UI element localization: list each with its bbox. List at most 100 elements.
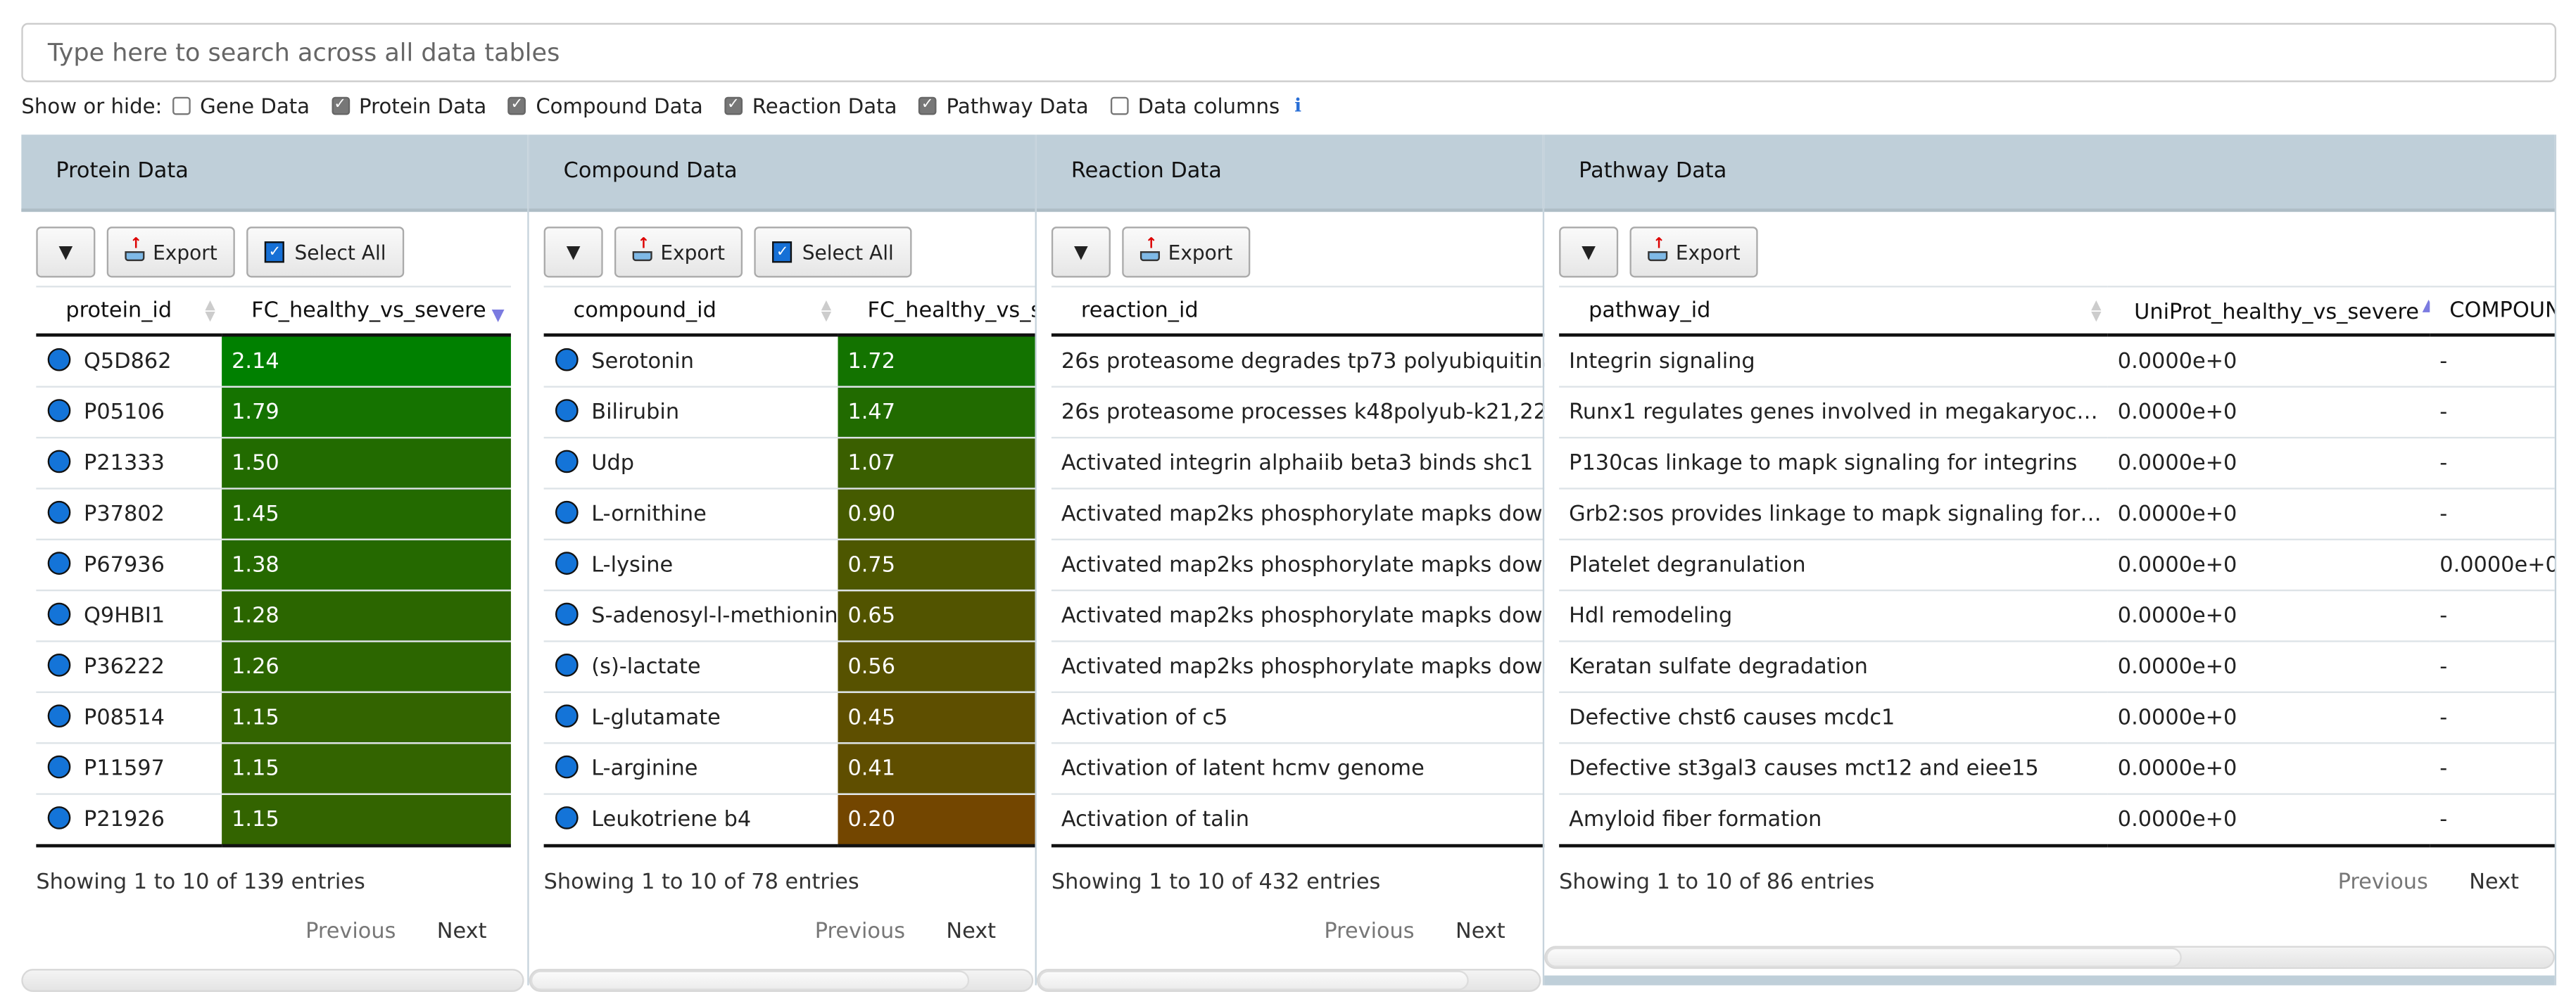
previous-page-button[interactable]: Previous (1324, 920, 1414, 944)
toggle-gene-data[interactable]: Gene Data (172, 93, 310, 117)
toggle-protein-data[interactable]: ✓ Protein Data (331, 93, 486, 117)
select-dot-icon[interactable] (47, 348, 71, 371)
table-row[interactable]: P37802 1.45 (36, 488, 511, 540)
horizontal-scrollbar[interactable] (529, 969, 1034, 992)
export-button[interactable]: Export (1629, 227, 1759, 278)
select-dot-icon[interactable] (555, 602, 579, 626)
scrollbar-thumb[interactable] (1038, 970, 1469, 991)
global-search-box[interactable] (21, 23, 2557, 82)
export-button[interactable]: Export (1122, 227, 1251, 278)
export-button[interactable]: Export (106, 227, 236, 278)
select-all-button[interactable]: ✓ Select All (246, 227, 405, 278)
previous-page-button[interactable]: Previous (2338, 870, 2428, 895)
column-menu-button[interactable]: ▼ (36, 227, 96, 278)
select-dot-icon[interactable] (47, 500, 71, 524)
scrollbar-thumb[interactable] (530, 970, 970, 991)
table-row[interactable]: (s)-lactate 0.56 (543, 641, 1035, 694)
table-row[interactable]: Serotonin 1.72 (543, 335, 1035, 388)
table-row[interactable]: Q9HBI1 1.28 (36, 590, 511, 642)
column-header-fc[interactable]: FC_healthy_vs_severe ▼ (222, 286, 511, 337)
table-row[interactable]: L-glutamate 0.45 (543, 692, 1035, 744)
table-row[interactable]: 26s proteasome degrades tp73 polyubiquit… (1051, 335, 1545, 388)
column-header-compound[interactable]: COMPOUN (2430, 286, 2555, 337)
table-row[interactable]: Activated map2ks phosphorylate mapks dow… (1051, 539, 1545, 592)
table-row[interactable]: Hdl remodeling 0.0000e+0- (1559, 590, 2555, 642)
toggle-compound-data[interactable]: ✓ Compound Data (507, 93, 703, 117)
table-row[interactable]: Activation of c5 (1051, 692, 1545, 744)
table-row[interactable]: P21333 1.50 (36, 438, 511, 490)
select-dot-icon[interactable] (555, 755, 579, 779)
checkbox-reaction-data[interactable]: ✓ (724, 96, 743, 115)
column-header-fc[interactable]: FC_healthy_vs_severe (838, 286, 1035, 337)
toggle-data-columns[interactable]: Data columns (1109, 93, 1280, 117)
select-dot-icon[interactable] (555, 348, 579, 371)
table-row[interactable]: P67936 1.38 (36, 539, 511, 592)
column-menu-button[interactable]: ▼ (543, 227, 603, 278)
horizontal-scrollbar[interactable] (1036, 969, 1541, 992)
checkbox-pathway-data[interactable]: ✓ (918, 96, 937, 115)
column-menu-button[interactable]: ▼ (1559, 227, 1619, 278)
next-page-button[interactable]: Next (1456, 920, 1505, 944)
select-dot-icon[interactable] (47, 755, 71, 779)
table-row[interactable]: Udp 1.07 (543, 438, 1035, 490)
table-row[interactable]: L-arginine 0.41 (543, 743, 1035, 795)
checkbox-gene-data[interactable] (172, 96, 191, 115)
table-row[interactable]: P21926 1.15 (36, 794, 511, 848)
table-row[interactable]: Leukotriene b4 0.20 (543, 794, 1035, 848)
select-dot-icon[interactable] (555, 552, 579, 575)
select-dot-icon[interactable] (47, 602, 71, 626)
select-dot-icon[interactable] (555, 500, 579, 524)
select-dot-icon[interactable] (47, 552, 71, 575)
select-dot-icon[interactable] (47, 806, 71, 829)
table-row[interactable]: Activated integrin alphaiib beta3 binds … (1051, 438, 1545, 490)
select-dot-icon[interactable] (555, 704, 579, 728)
previous-page-button[interactable]: Previous (305, 920, 396, 944)
select-dot-icon[interactable] (555, 450, 579, 473)
table-row[interactable]: Activated map2ks phosphorylate mapks dow… (1051, 488, 1545, 540)
next-page-button[interactable]: Next (2469, 870, 2519, 895)
table-row[interactable]: 26s proteasome processes k48polyub-k21,2… (1051, 386, 1545, 439)
table-row[interactable]: Defective st3gal3 causes mct12 and eiee1… (1559, 743, 2555, 795)
toggle-pathway-data[interactable]: ✓ Pathway Data (918, 93, 1089, 117)
column-header-pathway-id[interactable]: pathway_id ▲ ▼ (1559, 286, 2108, 337)
column-menu-button[interactable]: ▼ (1051, 227, 1111, 278)
table-row[interactable]: Activation of talin (1051, 794, 1545, 848)
horizontal-scrollbar[interactable] (1544, 946, 2555, 969)
select-dot-icon[interactable] (555, 806, 579, 829)
select-dot-icon[interactable] (47, 450, 71, 473)
scrollbar-thumb[interactable] (1546, 947, 2182, 967)
select-dot-icon[interactable] (555, 399, 579, 422)
table-row[interactable]: Activated map2ks phosphorylate mapks dow… (1051, 641, 1545, 694)
table-row[interactable]: P11597 1.15 (36, 743, 511, 795)
global-search-input[interactable] (44, 36, 2555, 70)
select-dot-icon[interactable] (555, 654, 579, 677)
next-page-button[interactable]: Next (946, 920, 996, 944)
table-row[interactable]: Bilirubin 1.47 (543, 386, 1035, 439)
column-header-uniprot[interactable]: UniProt_healthy_vs_severe▲ (2107, 286, 2430, 337)
checkbox-data-columns[interactable] (1109, 96, 1128, 115)
table-row[interactable]: L-ornithine 0.90 (543, 488, 1035, 540)
checkbox-protein-data[interactable]: ✓ (331, 96, 350, 115)
table-row[interactable]: Q5D862 2.14 (36, 335, 511, 388)
column-header-compound-id[interactable]: compound_id ▲ ▼ (543, 286, 838, 337)
export-button[interactable]: Export (614, 227, 743, 278)
table-row[interactable]: Amyloid fiber formation 0.0000e+0- (1559, 794, 2555, 848)
select-dot-icon[interactable] (47, 399, 71, 422)
select-all-button[interactable]: ✓ Select All (755, 227, 912, 278)
previous-page-button[interactable]: Previous (815, 920, 905, 944)
table-row[interactable]: Platelet degranulation 0.0000e+0 0.0000e+0 (1559, 539, 2555, 592)
table-row[interactable]: Grb2:sos provides linkage to mapk signal… (1559, 488, 2555, 540)
toggle-reaction-data[interactable]: ✓ Reaction Data (724, 93, 897, 117)
table-row[interactable]: Activated map2ks phosphorylate mapks dow… (1051, 590, 1545, 642)
table-row[interactable]: P130cas linkage to mapk signaling for in… (1559, 438, 2555, 490)
select-dot-icon[interactable] (47, 704, 71, 728)
select-dot-icon[interactable] (47, 654, 71, 677)
table-row[interactable]: Integrin signaling 0.0000e+0- (1559, 335, 2555, 388)
table-row[interactable]: Runx1 regulates genes involved in megaka… (1559, 386, 2555, 439)
horizontal-scrollbar[interactable] (21, 969, 524, 992)
table-row[interactable]: Activation of latent hcmv genome (1051, 743, 1545, 795)
table-row[interactable]: S-adenosyl-l-methionine 0.65 (543, 590, 1035, 642)
table-row[interactable]: P05106 1.79 (36, 386, 511, 439)
column-header-protein-id[interactable]: protein_id ▲ ▼ (36, 286, 222, 337)
table-row[interactable]: P36222 1.26 (36, 641, 511, 694)
